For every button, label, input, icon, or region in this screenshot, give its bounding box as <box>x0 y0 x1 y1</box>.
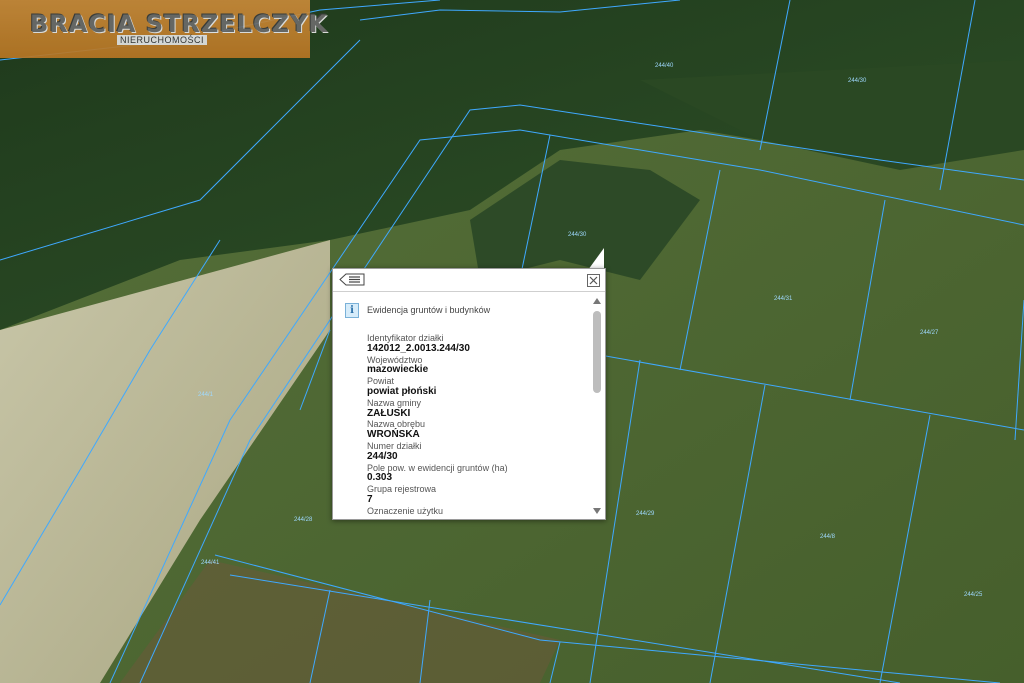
popup-tail <box>588 248 604 270</box>
scroll-down-icon[interactable] <box>593 508 601 514</box>
section-title: Ewidencja gruntów i budynków <box>367 305 491 315</box>
field-label: Oznaczenie użytku <box>367 505 444 516</box>
close-icon[interactable] <box>587 274 600 287</box>
parcel-label: 244/27 <box>920 330 939 336</box>
field-value: 0.303 <box>367 472 393 484</box>
info-icon: i <box>345 303 359 318</box>
popup-header <box>333 269 605 292</box>
parcel-label: 244/41 <box>201 560 220 566</box>
parcel-label: 244/29 <box>636 511 655 517</box>
field-label: Numer działki <box>367 440 422 451</box>
parcel-label: 244/30 <box>848 78 867 84</box>
field-value: 7 <box>367 493 373 505</box>
parcel-label: 244/28 <box>294 517 313 523</box>
parcel-label: 244/31 <box>774 296 793 302</box>
list-icon[interactable] <box>339 273 365 286</box>
scroll-thumb[interactable] <box>593 311 601 393</box>
field-label: Grupa rejestrowa <box>367 484 437 495</box>
field-value: 244/30 <box>367 450 398 462</box>
field-label: Pole pow. w ewidencji gruntów (ha) <box>367 462 508 473</box>
logo-brand-text: BRACIA STRZELCZYK <box>30 10 329 38</box>
parcel-label: 244/40 <box>655 63 674 69</box>
brand-logo: BRACIA STRZELCZYK NIERUCHOMOŚCI <box>0 0 327 58</box>
field-label: Nazwa gminy <box>367 397 422 408</box>
scroll-up-icon[interactable] <box>593 298 601 304</box>
parcel-label: 244/30 <box>568 232 587 238</box>
attribute-list: Identyfikator działki 142012_2.0013.244/3… <box>367 333 589 517</box>
logo-sub-text: NIERUCHOMOŚCI <box>117 35 208 45</box>
popup-scrollbar[interactable] <box>592 295 603 517</box>
parcel-label: 244/1 <box>198 392 214 398</box>
field-value: ZAŁUSKI <box>367 407 411 419</box>
info-popup: i Ewidencja gruntów i budynków Identyfik… <box>332 268 606 520</box>
field-value: powiat płoński <box>367 385 437 397</box>
parcel-label: 244/25 <box>964 592 983 598</box>
parcel-label: 244/8 <box>820 534 836 540</box>
field-value: WROŃSKA <box>367 429 420 441</box>
popup-section: i Ewidencja gruntów i budynków <box>345 303 585 318</box>
field-value: 142012_2.0013.244/30 <box>367 342 470 354</box>
field-value: mazowieckie <box>367 364 429 376</box>
